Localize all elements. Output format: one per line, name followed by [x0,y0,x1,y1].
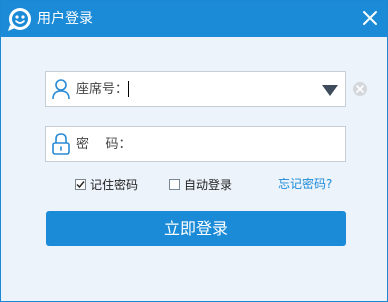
dropdown-triangle-icon[interactable] [321,82,339,96]
seat-number-field[interactable]: 座席号： [45,71,346,107]
title-bar[interactable]: 用户登录 [1,1,387,37]
clear-circle-icon[interactable] [352,81,368,97]
forgot-password-link[interactable]: 忘记密码? [278,177,332,191]
smiley-chat-icon [7,6,33,32]
seat-number-label: 座席号： [76,82,129,97]
window-title: 用户登录 [37,11,93,27]
remember-password-checkbox[interactable] [75,179,86,190]
close-icon[interactable] [359,7,381,29]
auto-login-checkbox[interactable] [169,179,180,190]
password-label: 密 码： [76,137,132,152]
lock-icon [51,133,71,155]
login-button[interactable]: 立即登录 [46,211,346,246]
user-icon [51,78,71,100]
login-window: 用户登录 座席号： 密 码： 记住密码 自动登录 忘记密码? 立即登录 [0,0,388,302]
auto-login-label: 自动登录 [184,178,233,192]
text-caret [128,81,129,97]
password-field[interactable]: 密 码： [45,126,346,162]
seat-number-input[interactable] [128,78,308,100]
password-input[interactable] [128,133,308,155]
remember-password-label: 记住密码 [90,178,139,192]
